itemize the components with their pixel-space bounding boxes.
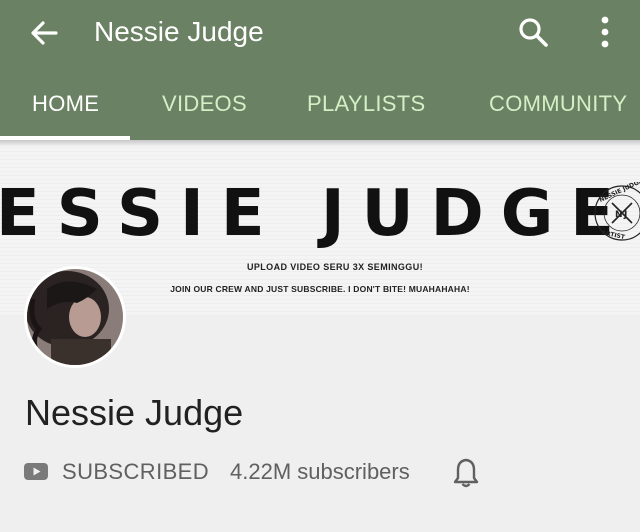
more-vertical-icon[interactable] — [592, 14, 618, 50]
search-icon[interactable] — [516, 15, 550, 49]
tab-home[interactable]: HOME — [32, 91, 99, 117]
svg-text:J: J — [623, 210, 627, 220]
avatar-photo — [27, 269, 123, 365]
tab-videos[interactable]: VIDEOS — [162, 91, 247, 117]
svg-text:N: N — [615, 210, 623, 220]
banner-title: ESSIE JUDGE — [0, 177, 631, 251]
artist-seal-logo: N J NESSIE JUDGE ARTIST — [594, 182, 640, 241]
tab-community[interactable]: COMMUNITY — [489, 91, 627, 117]
subscribe-row: SUBSCRIBED 4.22M subscribers — [24, 455, 624, 491]
subscriber-count: 4.22M subscribers — [230, 459, 410, 484]
subscribed-button[interactable]: SUBSCRIBED — [62, 459, 209, 485]
channel-avatar[interactable] — [24, 266, 126, 368]
channel-name: Nessie Judge — [25, 392, 244, 433]
youtube-icon — [24, 463, 48, 480]
channel-tabs: HOME VIDEOS PLAYLISTS COMMUNITY — [0, 65, 640, 140]
channel-title: Nessie Judge — [94, 16, 264, 47]
arrow-left-icon[interactable] — [28, 17, 60, 49]
app-bar: Nessie Judge — [0, 0, 640, 65]
bell-icon[interactable] — [452, 457, 480, 489]
tab-playlists[interactable]: PLAYLISTS — [307, 91, 425, 117]
